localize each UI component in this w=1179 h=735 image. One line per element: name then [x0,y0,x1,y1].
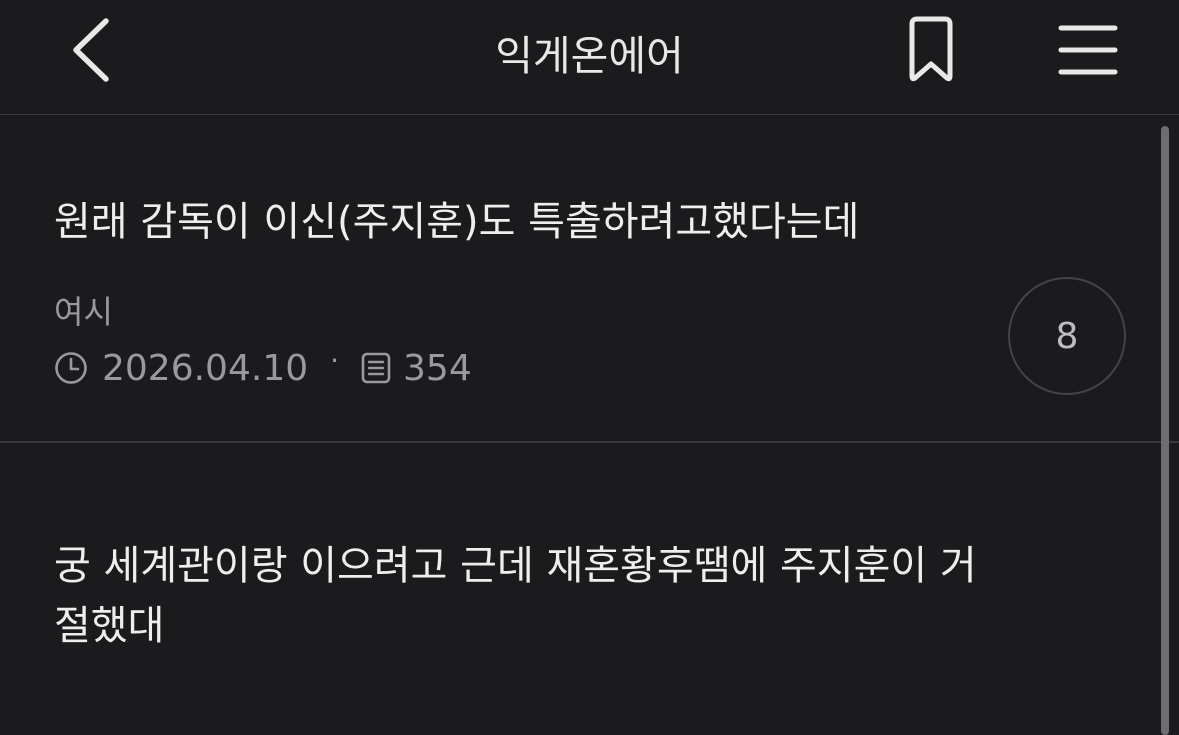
post-header: 원래 감독이 이신(주지훈)도 특출하려고했다는데 여시 2026.04.10 … [0,115,1179,443]
comment-count-button[interactable]: 8 [1008,277,1126,395]
bookmark-icon [902,16,960,86]
page-title: 익게온에어 [495,32,684,80]
bookmark-button[interactable] [896,12,966,90]
document-icon [361,352,391,384]
post-body: 궁 세계관이랑 이으려고 근데 재혼황후땜에 주지훈이 거 절했대 [54,536,1124,656]
comment-count: 8 [1055,315,1079,357]
app-page: 익게온에어 원래 감독이 이신(주지훈)도 특출하려고했다는데 여시 2026.… [0,0,1179,735]
post-body-line: 궁 세계관이랑 이으려고 근데 재혼황후땜에 주지훈이 거 [54,543,977,589]
menu-button[interactable] [1052,14,1124,90]
hamburger-menu-icon [1058,22,1118,82]
post-title: 원래 감독이 이신(주지훈)도 특출하려고했다는데 [54,199,860,245]
scrollbar[interactable] [1161,126,1169,735]
post-date: 2026.04.10 [102,347,309,389]
clock-icon [54,351,88,385]
view-count: 354 [403,347,472,389]
top-navigation-bar: 익게온에어 [0,0,1179,115]
author-name[interactable]: 여시 [54,287,113,333]
post-meta-row: 2026.04.10 · 354 [54,344,472,392]
post-body-line: 절했대 [54,603,165,649]
meta-separator: · [330,343,340,377]
